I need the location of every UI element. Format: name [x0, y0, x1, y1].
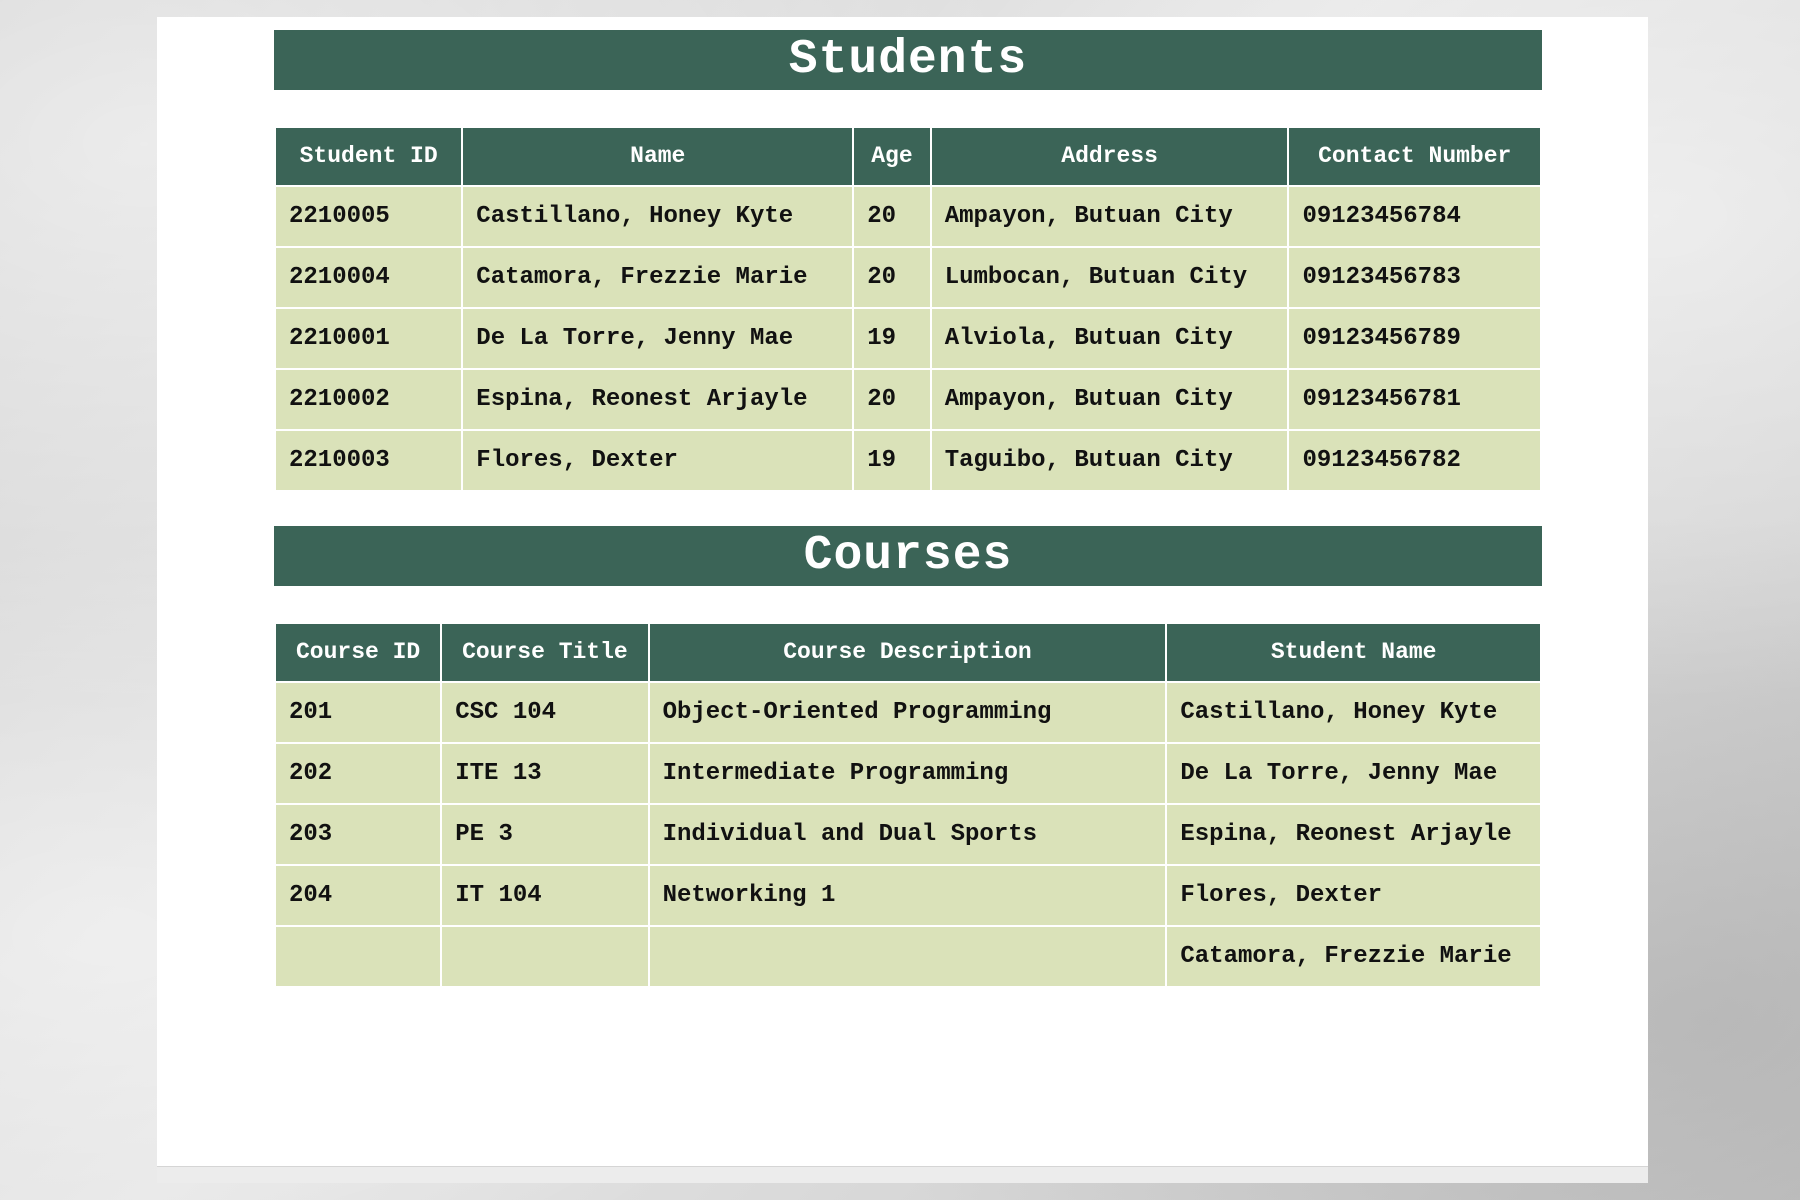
courses-header-row: Course ID Course Title Course Descriptio… [276, 624, 1540, 681]
table-row: 201 CSC 104 Object-Oriented Programming … [276, 683, 1540, 742]
column-header-contact-number: Contact Number [1289, 128, 1540, 185]
cell-contact-number: 09123456781 [1289, 370, 1540, 429]
column-header-course-id: Course ID [276, 624, 441, 681]
cell-student-name: De La Torre, Jenny Mae [1167, 744, 1540, 803]
cell-course-title: IT 104 [442, 866, 648, 925]
students-table: Student ID Name Age Address Contact Numb… [274, 126, 1542, 492]
table-row: 203 PE 3 Individual and Dual Sports Espi… [276, 805, 1540, 864]
courses-heading: Courses [274, 526, 1542, 586]
cell-address: Alviola, Butuan City [931, 309, 1288, 368]
cell-course-id: 204 [276, 866, 441, 925]
table-row: 204 IT 104 Networking 1 Flores, Dexter [276, 866, 1540, 925]
cell-name: Castillano, Honey Kyte [463, 187, 853, 246]
cell-age: 20 [854, 187, 930, 246]
cell-course-title: PE 3 [442, 805, 648, 864]
students-heading: Students [274, 30, 1542, 90]
courses-table: Course ID Course Title Course Descriptio… [274, 622, 1542, 988]
cell-course-id: 203 [276, 805, 441, 864]
cell-student-id: 2210001 [276, 309, 462, 368]
cell-course-title: ITE 13 [442, 744, 648, 803]
cell-contact-number: 09123456782 [1289, 431, 1540, 490]
cell-age: 20 [854, 248, 930, 307]
document-page: Students Student ID Name Age Address Con… [157, 17, 1648, 1167]
table-row: 202 ITE 13 Intermediate Programming De L… [276, 744, 1540, 803]
table-row: 2210004 Catamora, Frezzie Marie 20 Lumbo… [276, 248, 1540, 307]
cell-course-title [442, 927, 648, 986]
cell-student-name: Espina, Reonest Arjayle [1167, 805, 1540, 864]
cell-student-id: 2210004 [276, 248, 462, 307]
cell-address: Ampayon, Butuan City [931, 370, 1288, 429]
cell-contact-number: 09123456783 [1289, 248, 1540, 307]
cell-student-id: 2210003 [276, 431, 462, 490]
column-header-course-description: Course Description [649, 624, 1166, 681]
cell-student-name: Flores, Dexter [1167, 866, 1540, 925]
cell-name: Catamora, Frezzie Marie [463, 248, 853, 307]
column-header-age: Age [854, 128, 930, 185]
cell-contact-number: 09123456784 [1289, 187, 1540, 246]
cell-course-id [276, 927, 441, 986]
horizontal-scrollbar[interactable] [157, 1166, 1648, 1183]
cell-student-id: 2210005 [276, 187, 462, 246]
column-header-course-title: Course Title [442, 624, 648, 681]
cell-course-description: Object-Oriented Programming [649, 683, 1166, 742]
table-row: 2210005 Castillano, Honey Kyte 20 Ampayo… [276, 187, 1540, 246]
cell-contact-number: 09123456789 [1289, 309, 1540, 368]
cell-student-name: Catamora, Frezzie Marie [1167, 927, 1540, 986]
cell-age: 19 [854, 431, 930, 490]
cell-name: De La Torre, Jenny Mae [463, 309, 853, 368]
cell-address: Lumbocan, Butuan City [931, 248, 1288, 307]
cell-course-description: Individual and Dual Sports [649, 805, 1166, 864]
cell-age: 19 [854, 309, 930, 368]
cell-course-id: 202 [276, 744, 441, 803]
column-header-name: Name [463, 128, 853, 185]
cell-address: Ampayon, Butuan City [931, 187, 1288, 246]
cell-course-id: 201 [276, 683, 441, 742]
table-row: 2210002 Espina, Reonest Arjayle 20 Ampay… [276, 370, 1540, 429]
cell-name: Flores, Dexter [463, 431, 853, 490]
cell-age: 20 [854, 370, 930, 429]
column-header-student-name: Student Name [1167, 624, 1540, 681]
cell-course-title: CSC 104 [442, 683, 648, 742]
cell-course-description: Networking 1 [649, 866, 1166, 925]
cell-course-description: Intermediate Programming [649, 744, 1166, 803]
page-content: Students Student ID Name Age Address Con… [274, 30, 1542, 988]
table-row: 2210003 Flores, Dexter 19 Taguibo, Butua… [276, 431, 1540, 490]
cell-address: Taguibo, Butuan City [931, 431, 1288, 490]
cell-course-description [649, 927, 1166, 986]
cell-student-id: 2210002 [276, 370, 462, 429]
column-header-student-id: Student ID [276, 128, 462, 185]
students-header-row: Student ID Name Age Address Contact Numb… [276, 128, 1540, 185]
table-row: 2210001 De La Torre, Jenny Mae 19 Alviol… [276, 309, 1540, 368]
table-row: Catamora, Frezzie Marie [276, 927, 1540, 986]
cell-student-name: Castillano, Honey Kyte [1167, 683, 1540, 742]
column-header-address: Address [931, 128, 1288, 185]
cell-name: Espina, Reonest Arjayle [463, 370, 853, 429]
